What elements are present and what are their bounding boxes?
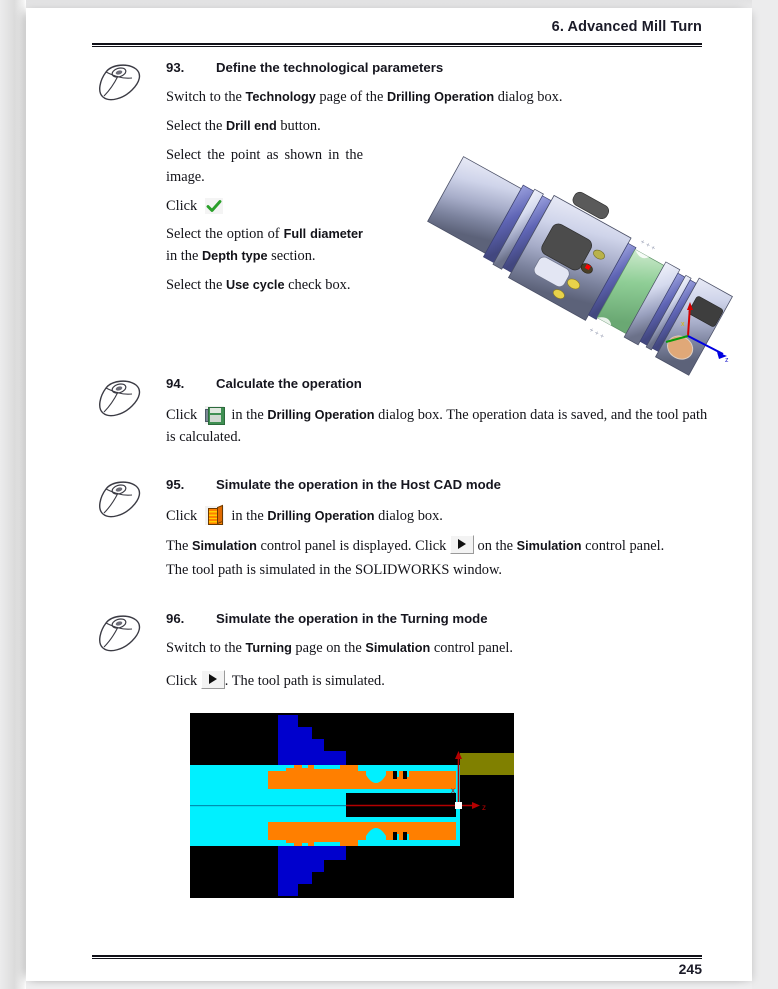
text-fragment: Click [166,197,198,214]
header-rule [92,43,702,47]
step-94-number: 94. [166,376,185,391]
mouse-icon [92,376,150,424]
term-drill-end: Drill end [225,118,277,133]
text-fragment: in the [227,508,268,524]
play-triangle [208,674,217,685]
step-93-line-1: Switch to the Technology page of the Dri… [166,87,706,109]
step-93-line-6: Select the Use cycle check box. [166,275,363,297]
step-95-line-3: The tool path is simulated in the SOLIDW… [166,561,503,578]
text-fragment: button. [276,117,321,134]
step-93-number: 93. [166,60,185,75]
step-93-line-2: Select the Drill end button. [166,116,706,138]
page-top-shadow [26,0,752,8]
text-fragment: page on the [291,640,366,656]
text-fragment: section. [267,248,316,265]
term-simulation: Simulation [365,641,431,655]
play-triangle [457,539,466,550]
step-95-line-1: Click in the Drilling Operation dialog b… [166,504,711,528]
step-95-line-2: The Simulation control panel is displaye… [166,534,711,558]
step-93-title: Define the technological parameters [216,60,444,75]
screenshot-root: 6. Advanced Mill Turn 93. Define the tech… [0,0,778,989]
page-number: 245 [678,961,702,977]
text-fragment: Click [166,672,198,689]
step-95-heading: 95. Simulate the operation in the Host CA… [166,477,711,492]
step-94-title: Calculate the operation [216,376,362,391]
text-fragment: Select the [166,277,226,294]
green-check-icon[interactable] [204,197,223,214]
step-93-line-4: Click [166,196,363,218]
text-fragment: dialog box. [494,89,563,105]
text-fragment: Select the [166,117,226,134]
page-bottom-shadow [26,981,752,989]
step-95-body: 95. Simulate the operation in the Host CA… [166,477,711,582]
step-96-number: 96. [166,611,185,626]
text-fragment: in the [166,248,202,265]
header-title: 6. Advanced Mill Turn [551,19,702,35]
text-fragment: . The tool path is simulated. [224,672,385,689]
text-fragment: The [166,537,192,554]
step-94-line-1: Click in the Drilling Operation dialog b… [166,405,711,449]
text-fragment: control panel is displayed. Click [256,537,447,554]
term-simulation: Simulation [516,538,582,553]
term-depth-type: Depth type [201,249,268,264]
text-fragment: control panel. [430,640,513,656]
text-fragment: on the [473,537,517,554]
text-fragment: in the [227,407,268,423]
step-96-line-2: Click . The tool path is simulated. [166,669,711,693]
term-simulation: Simulation [191,538,257,553]
term-drilling-operation: Drilling Operation [267,509,375,523]
svg-text:z: z [725,357,729,364]
step-93-heading: 93. Define the technological parameters [166,60,706,75]
save-disk-icon[interactable] [204,406,225,425]
svg-text:x: x [681,321,685,328]
term-technology: Technology [245,90,316,104]
step-94-body: 94. Calculate the operation Click in the … [166,376,711,449]
play-icon[interactable] [449,534,474,554]
term-turning: Turning [245,641,292,655]
text-fragment: Switch to the [166,640,246,656]
text-fragment: check box. [284,277,351,294]
term-drilling-operation: Drilling Operation [386,90,495,104]
text-fragment: Click [166,407,198,423]
term-use-cycle: Use cycle [225,278,285,293]
page-header: 6. Advanced Mill Turn [92,18,702,36]
step-93-line-5: Select the option of Full diameter in th… [166,224,363,268]
text-fragment: page of the [315,89,387,105]
svg-text:+ + +: + + + [639,239,657,253]
step-96-title: Simulate the operation in the Turning mo… [216,611,488,626]
save-icon-grid [209,415,221,422]
text-fragment: Click [166,508,198,524]
step-96-line-1: Switch to the Turning page on the Simula… [166,638,711,660]
text-fragment: Switch to the [166,89,246,105]
play-icon[interactable] [200,669,225,689]
term-full-diameter: Full diameter [283,227,363,242]
footer-rule [92,955,702,959]
step-93-line-3: Select the point as shown in the image. [166,146,363,185]
svg-text:z: z [482,803,486,812]
step-95-number: 95. [166,477,185,492]
drilling-operation-3d-model: + + + + + + x z [418,140,734,378]
document-page: 6. Advanced Mill Turn 93. Define the tech… [26,8,752,981]
simulate-stack-icon[interactable] [204,504,224,525]
svg-text:x: x [451,786,455,795]
text-fragment: control panel. [581,537,665,554]
svg-text:+ + +: + + + [588,327,606,341]
step-96-heading: 96. Simulate the operation in the Turning… [166,611,711,626]
mouse-icon [92,477,150,525]
page-left-shadow [0,0,26,989]
mouse-icon [92,60,150,108]
text-fragment: dialog box. [374,508,443,524]
save-icon-label [209,408,221,413]
simulate-icon-side [216,504,223,525]
page-footer: 245 [92,961,702,979]
turning-simulation-view: z x [190,713,514,898]
step-95-title: Simulate the operation in the Host CAD m… [216,477,502,492]
step-94-heading: 94. Calculate the operation [166,376,711,391]
step-96-body: 96. Simulate the operation in the Turning… [166,611,711,693]
text-fragment: Select the option of [166,226,284,243]
mouse-icon [92,611,150,659]
term-drilling-operation: Drilling Operation [267,408,375,422]
